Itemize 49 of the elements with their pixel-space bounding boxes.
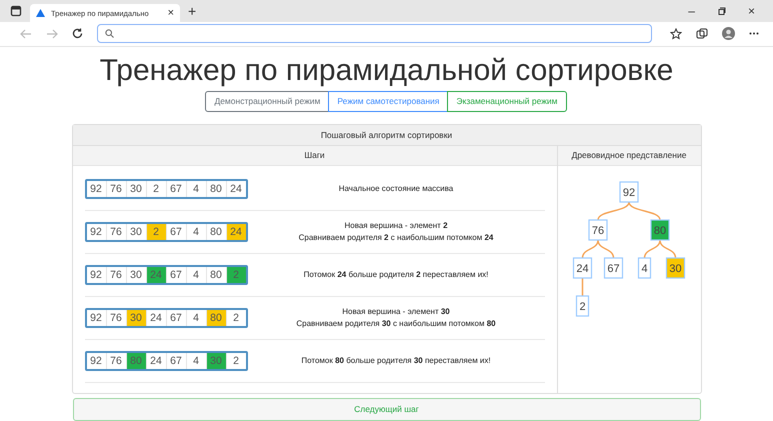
step-description: Сравниваем родителя 2 с наибольшим потомком 24	[298, 232, 494, 244]
tree-node: 76	[588, 219, 608, 240]
array-cell: 30	[206, 352, 226, 369]
step-description: Сравниваем родителя 30 с наибольшим потомком 80	[296, 318, 496, 330]
tree-node: 30	[666, 257, 686, 278]
new-tab-button[interactable]: +	[188, 3, 196, 19]
search-icon	[105, 29, 114, 38]
card-header: Пошаговый алгоритм сортировки	[72, 124, 700, 146]
step-description: Потомок 80 больше родителя 30 переставляем их!	[301, 354, 491, 367]
array-cell: 30	[126, 310, 146, 326]
array-cell: 80	[126, 352, 146, 369]
collections-icon[interactable]	[696, 28, 708, 40]
column-heading: Шаги	[72, 146, 556, 166]
array-cell: 2	[226, 266, 246, 283]
array-cell: 2	[146, 224, 166, 240]
column-heading: Древовидное представление	[558, 146, 700, 166]
tree-edge	[628, 202, 661, 220]
close-window-button[interactable]: ×	[748, 4, 755, 18]
triangle-icon	[36, 9, 45, 17]
tree-node: 80	[650, 219, 670, 240]
mode-button[interactable]: Демонстрационный режим	[205, 90, 330, 112]
tree-edge	[597, 202, 630, 220]
tree-edge	[659, 240, 676, 258]
tree-node: 4	[638, 257, 652, 278]
restore-icon[interactable]	[716, 6, 726, 16]
address-field[interactable]	[97, 24, 652, 44]
tab-actions-icon[interactable]	[10, 5, 22, 17]
tree-edge	[582, 240, 599, 258]
tree-node: 2	[576, 295, 590, 316]
step-description: Потомок 24 больше родителя 2 переставляем их!	[304, 268, 488, 281]
tree-node: 24	[572, 257, 592, 278]
array-cell: 24	[226, 224, 246, 240]
profile-icon[interactable]	[722, 27, 735, 40]
tree-node: 67	[604, 257, 624, 278]
star-icon[interactable]	[670, 28, 682, 40]
step-description: Новая вершина - элемент 30	[342, 306, 450, 318]
tree-edge	[597, 240, 614, 258]
close-tab-button[interactable]: ×	[168, 7, 174, 19]
page-title: Тренажер по пирамидальной сортировке	[100, 52, 674, 89]
tree-edge	[582, 278, 584, 296]
minimize-button[interactable]: –	[688, 4, 695, 18]
tree-node: 92	[619, 181, 639, 202]
array-cell: 24	[146, 266, 166, 283]
step-description: Новая вершина - элемент 2	[344, 220, 448, 232]
more-icon[interactable]	[749, 32, 759, 36]
array-cell: 80	[206, 310, 226, 326]
step-description: Начальное состояние массива	[338, 182, 454, 195]
reload-icon[interactable]	[72, 28, 83, 40]
tree-edge	[644, 240, 661, 258]
